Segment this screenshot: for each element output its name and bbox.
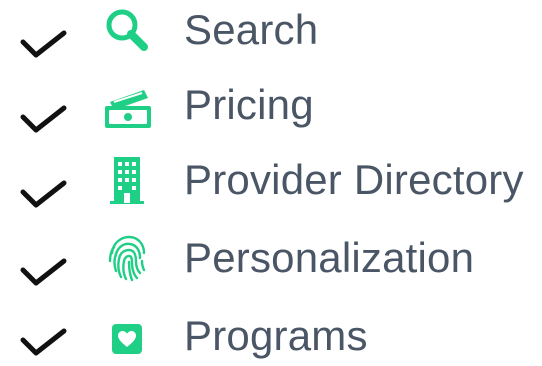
building-icon bbox=[110, 157, 144, 204]
checkmark-icon bbox=[20, 258, 67, 286]
fingerprint-icon bbox=[108, 235, 146, 282]
feature-label-pricing: Pricing bbox=[184, 81, 314, 128]
feature-row-personalization: Personalization bbox=[0, 228, 542, 288]
checkmark-icon bbox=[20, 105, 67, 133]
checkmark-icon bbox=[20, 30, 67, 58]
feature-row-provider-directory: Provider Directory bbox=[0, 150, 542, 210]
feature-list: Search Pricing Provider Directory Person… bbox=[0, 0, 542, 359]
feature-label-personalization: Personalization bbox=[184, 234, 475, 281]
feature-row-programs: Programs bbox=[0, 306, 542, 366]
feature-row-search: Search bbox=[0, 0, 542, 60]
feature-label-programs: Programs bbox=[184, 312, 368, 359]
feature-label-search: Search bbox=[184, 6, 319, 53]
magnifier-icon bbox=[106, 9, 148, 51]
checkmark-icon bbox=[20, 328, 67, 356]
feature-row-pricing: Pricing bbox=[0, 75, 542, 135]
checkmark-icon bbox=[20, 180, 67, 208]
banknote-icon bbox=[105, 90, 151, 128]
feature-label-provider-directory: Provider Directory bbox=[184, 156, 524, 203]
